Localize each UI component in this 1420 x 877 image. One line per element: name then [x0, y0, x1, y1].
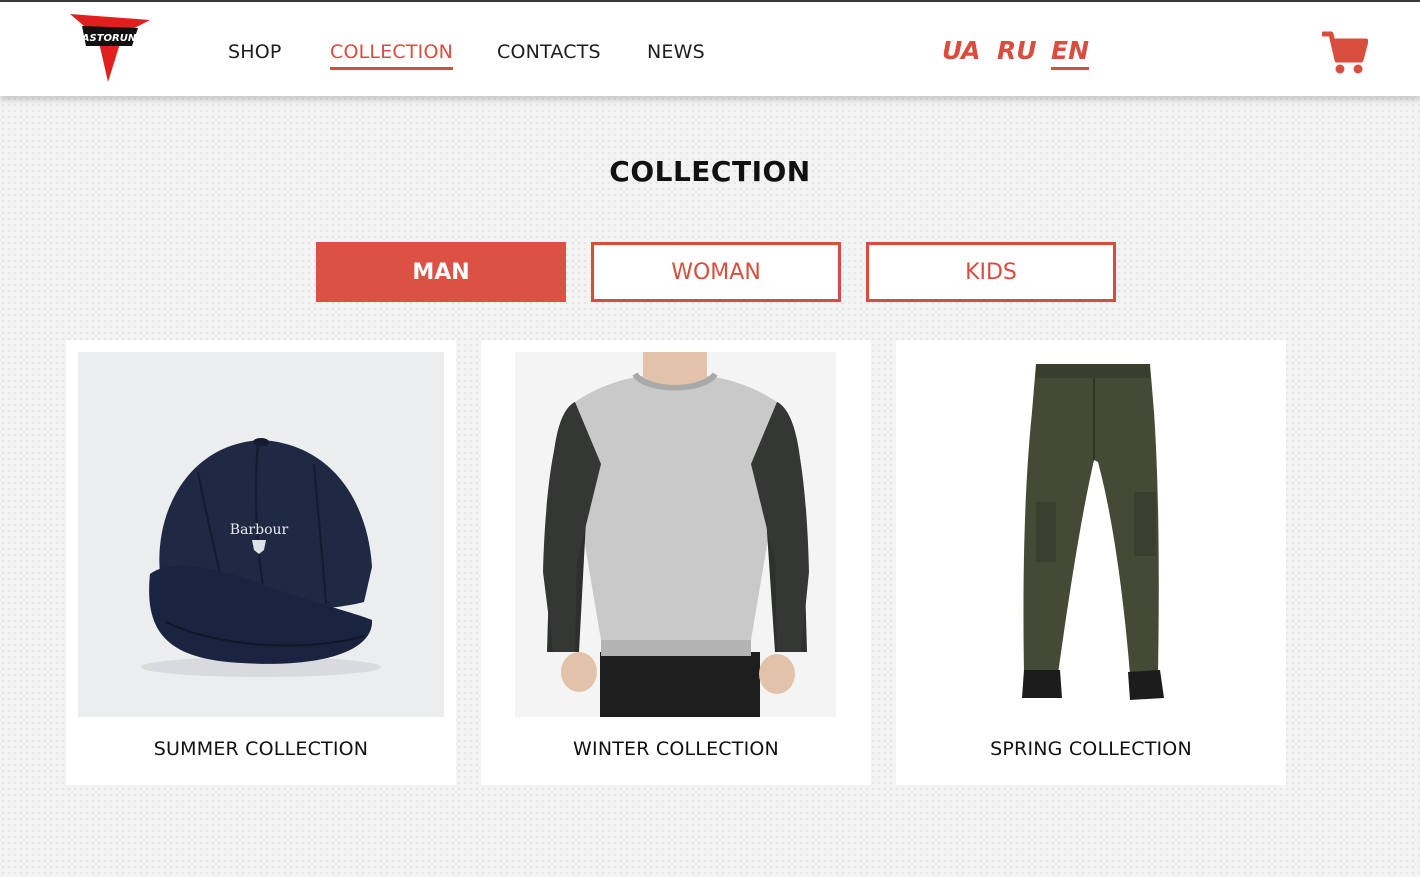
tab-man[interactable]: MAN: [316, 242, 566, 302]
cap-image: Barbour: [78, 352, 444, 717]
collection-label: SUMMER COLLECTION: [153, 738, 369, 760]
page-title: COLLECTION: [609, 155, 811, 188]
nav-collection[interactable]: COLLECTION: [330, 39, 454, 70]
site-header: ASTORUN SHOP COLLECTION CONTACTS NEWS UA…: [0, 2, 1420, 96]
collection-card-winter[interactable]: WINTER COLLECTION: [481, 340, 871, 785]
shopping-cart-icon[interactable]: [1322, 30, 1368, 74]
cap-brand-text: Barbour: [230, 522, 289, 538]
collection-card-spring[interactable]: SPRING COLLECTION: [896, 340, 1286, 785]
collection-label: WINTER COLLECTION: [573, 738, 779, 760]
logo-text: ASTORUN: [81, 33, 137, 44]
lang-ua[interactable]: UA: [942, 35, 981, 67]
tab-kids[interactable]: KIDS: [866, 242, 1116, 302]
nav-news[interactable]: NEWS: [647, 39, 705, 65]
nav-shop[interactable]: SHOP: [228, 39, 282, 65]
sweatshirt-image: [515, 352, 836, 717]
pants-image: [908, 352, 1274, 717]
tab-woman[interactable]: WOMAN: [591, 242, 841, 302]
collection-label: SPRING COLLECTION: [990, 738, 1192, 760]
lang-en[interactable]: EN: [1051, 35, 1090, 70]
collection-card-summer[interactable]: Barbour SUMMER COLLECTION: [66, 340, 456, 785]
lang-ru[interactable]: RU: [997, 35, 1037, 67]
nav-contacts[interactable]: CONTACTS: [497, 39, 601, 65]
astorun-logo[interactable]: ASTORUN: [68, 12, 152, 84]
